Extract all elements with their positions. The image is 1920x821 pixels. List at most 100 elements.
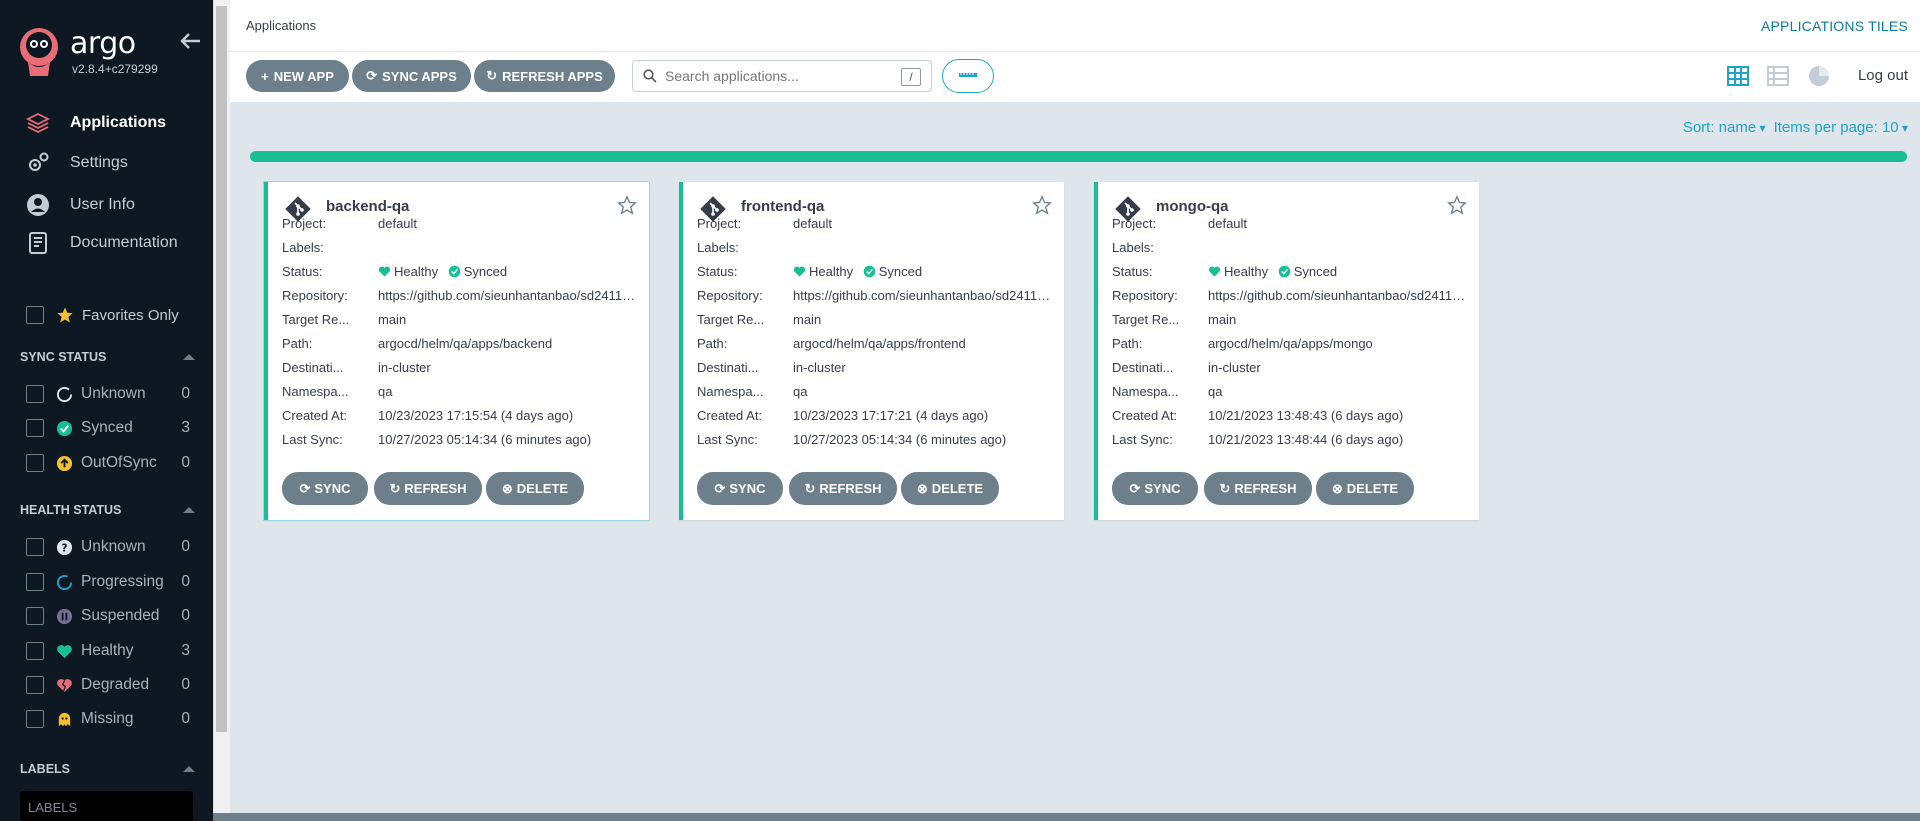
filter-health-healthy[interactable]: Healthy 3: [26, 639, 190, 663]
app-refresh-button[interactable]: ↻ REFRESH: [789, 472, 897, 505]
favorites-label: Favorites Only: [82, 306, 179, 324]
filter-checkbox[interactable]: [26, 676, 44, 694]
filter-checkbox[interactable]: [26, 642, 44, 660]
status-value: Healthy Synced: [378, 264, 642, 284]
field-value: [1208, 240, 1472, 260]
field-row-namespace: Namespa... qa: [697, 384, 1057, 404]
field-value: 10/21/2023 13:48:44 (6 days ago): [1208, 432, 1404, 447]
filter-health-progressing[interactable]: Progressing 0: [26, 570, 190, 594]
app-delete-button[interactable]: ⊗ DELETE: [901, 472, 999, 505]
nav-settings[interactable]: Settings: [26, 147, 128, 179]
delete-circle-icon: ⊗: [916, 480, 928, 496]
app-delete-button[interactable]: ⊗ DELETE: [486, 472, 584, 505]
app-name[interactable]: frontend-qa: [741, 198, 824, 215]
health-status: Healthy: [394, 264, 439, 279]
sort-controls: Sort: name Items per page: 10: [1683, 119, 1908, 136]
favorite-star-icon[interactable]: [617, 195, 637, 215]
collapse-caret-icon[interactable]: [183, 766, 195, 772]
sync-icon: ⟳: [714, 480, 726, 496]
field-label: Project:: [282, 216, 327, 231]
nav-applications[interactable]: Applications: [26, 107, 166, 139]
labels-filter-input[interactable]: LABELS: [20, 791, 193, 821]
pie-chart-view-icon[interactable]: [1807, 64, 1831, 88]
filter-health-unknown[interactable]: ? Unknown 0: [26, 535, 190, 559]
app-refresh-label: REFRESH: [819, 481, 882, 496]
refresh-apps-button[interactable]: ↻ REFRESH APPS: [474, 60, 615, 92]
search-box[interactable]: /: [632, 60, 932, 92]
field-label: Target Re...: [1112, 312, 1180, 327]
filter-sync-outofsync[interactable]: OutOfSync 0: [26, 451, 190, 475]
new-app-label: NEW APP: [273, 68, 334, 84]
field-row-destination: Destinati... in-cluster: [282, 360, 642, 380]
search-shortcut-key: /: [901, 68, 921, 86]
filter-health-missing[interactable]: Missing 0: [26, 707, 190, 731]
app-name[interactable]: mongo-qa: [1156, 198, 1229, 215]
tiles-view-icon[interactable]: [1726, 64, 1750, 88]
favorite-star-icon[interactable]: [1447, 195, 1467, 215]
search-input[interactable]: [665, 68, 885, 84]
collapse-caret-icon[interactable]: [183, 507, 195, 513]
collapse-caret-icon[interactable]: [183, 354, 195, 360]
app-sync-button[interactable]: ⟳ SYNC: [697, 472, 783, 505]
nav-documentation[interactable]: Documentation: [26, 227, 178, 259]
app-card[interactable]: backend-qa Project: default Labels: Statu…: [263, 181, 650, 521]
field-label: Last Sync:: [697, 432, 758, 447]
field-value: default: [378, 216, 418, 231]
field-label: Project:: [1112, 216, 1157, 231]
sidebar-scrollbar-thumb[interactable]: [216, 6, 227, 732]
filter-checkbox[interactable]: [26, 538, 44, 556]
filter-checkbox[interactable]: [26, 573, 44, 591]
health-status-header[interactable]: HEALTH STATUS: [20, 503, 195, 517]
filter-sync-synced[interactable]: Synced 3: [26, 416, 190, 440]
new-app-button[interactable]: + NEW APP: [246, 60, 349, 92]
labels-header[interactable]: LABELS: [20, 762, 195, 776]
field-row-destination: Destinati... in-cluster: [697, 360, 1057, 380]
filter-health-degraded[interactable]: Degraded 0: [26, 673, 190, 697]
app-refresh-button[interactable]: ↻ REFRESH: [374, 472, 482, 505]
filter-toggle-button[interactable]: [942, 59, 994, 93]
logout-link[interactable]: Log out: [1858, 67, 1908, 84]
breadcrumb[interactable]: Applications: [246, 18, 316, 33]
field-row-created: Created At: 10/21/2023 13:48:43 (6 days a…: [1112, 408, 1472, 428]
nav-user-info[interactable]: User Info: [26, 189, 135, 221]
list-view-icon[interactable]: [1766, 64, 1790, 88]
app-card[interactable]: frontend-qa Project: default Labels: Stat…: [679, 182, 1064, 520]
favorite-star-icon[interactable]: [1032, 195, 1052, 215]
field-value: https://github.com/sieunhantanbao/sd2411…: [378, 288, 642, 303]
nav-documentation-label: Documentation: [70, 234, 178, 251]
filter-checkbox[interactable]: [26, 710, 44, 728]
app-card[interactable]: mongo-qa Project: default Labels: Status:…: [1094, 182, 1479, 520]
filter-checkbox[interactable]: [26, 385, 44, 403]
filter-health-suspended[interactable]: Suspended 0: [26, 604, 190, 628]
plus-icon: +: [261, 68, 269, 84]
favorites-only-filter[interactable]: Favorites Only: [26, 306, 179, 324]
app-name[interactable]: backend-qa: [326, 198, 409, 215]
field-row-repository: Repository: https://github.com/sieunhanta…: [1112, 288, 1472, 308]
field-row-last-sync: Last Sync: 10/27/2023 05:14:34 (6 minutes…: [697, 432, 1057, 452]
sync-status-header[interactable]: SYNC STATUS: [20, 350, 195, 364]
user-circle-icon: [27, 194, 49, 216]
filter-checkbox[interactable]: [26, 419, 44, 437]
app-sync-label: SYNC: [729, 481, 766, 496]
field-label: Created At:: [697, 408, 763, 423]
filter-sync-unknown[interactable]: Unknown 0: [26, 382, 190, 406]
field-row-last-sync: Last Sync: 10/21/2023 13:48:44 (6 days ag…: [1112, 432, 1472, 452]
app-delete-button[interactable]: ⊗ DELETE: [1316, 472, 1414, 505]
filter-checkbox[interactable]: [26, 607, 44, 625]
filter-checkbox[interactable]: [26, 454, 44, 472]
app-sync-button[interactable]: ⟳ SYNC: [1112, 472, 1198, 505]
sort-dropdown[interactable]: Sort: name: [1683, 119, 1766, 136]
app-refresh-button[interactable]: ↻ REFRESH: [1204, 472, 1312, 505]
favorites-checkbox[interactable]: [26, 306, 44, 324]
health-summary-bar: [250, 151, 1907, 162]
field-row-destination: Destinati... in-cluster: [1112, 360, 1472, 380]
field-label: Labels:: [1112, 240, 1154, 255]
field-row-labels: Labels:: [1112, 240, 1472, 260]
collapse-sidebar-icon[interactable]: [180, 32, 202, 50]
app-sync-button[interactable]: ⟳ SYNC: [282, 472, 368, 505]
items-per-page-dropdown[interactable]: Items per page: 10: [1774, 119, 1908, 136]
refresh-apps-label: REFRESH APPS: [502, 68, 603, 84]
sync-apps-button[interactable]: ⟳ SYNC APPS: [352, 60, 471, 92]
field-row-project: Project: default: [282, 216, 642, 236]
app-sync-label: SYNC: [1144, 481, 1181, 496]
